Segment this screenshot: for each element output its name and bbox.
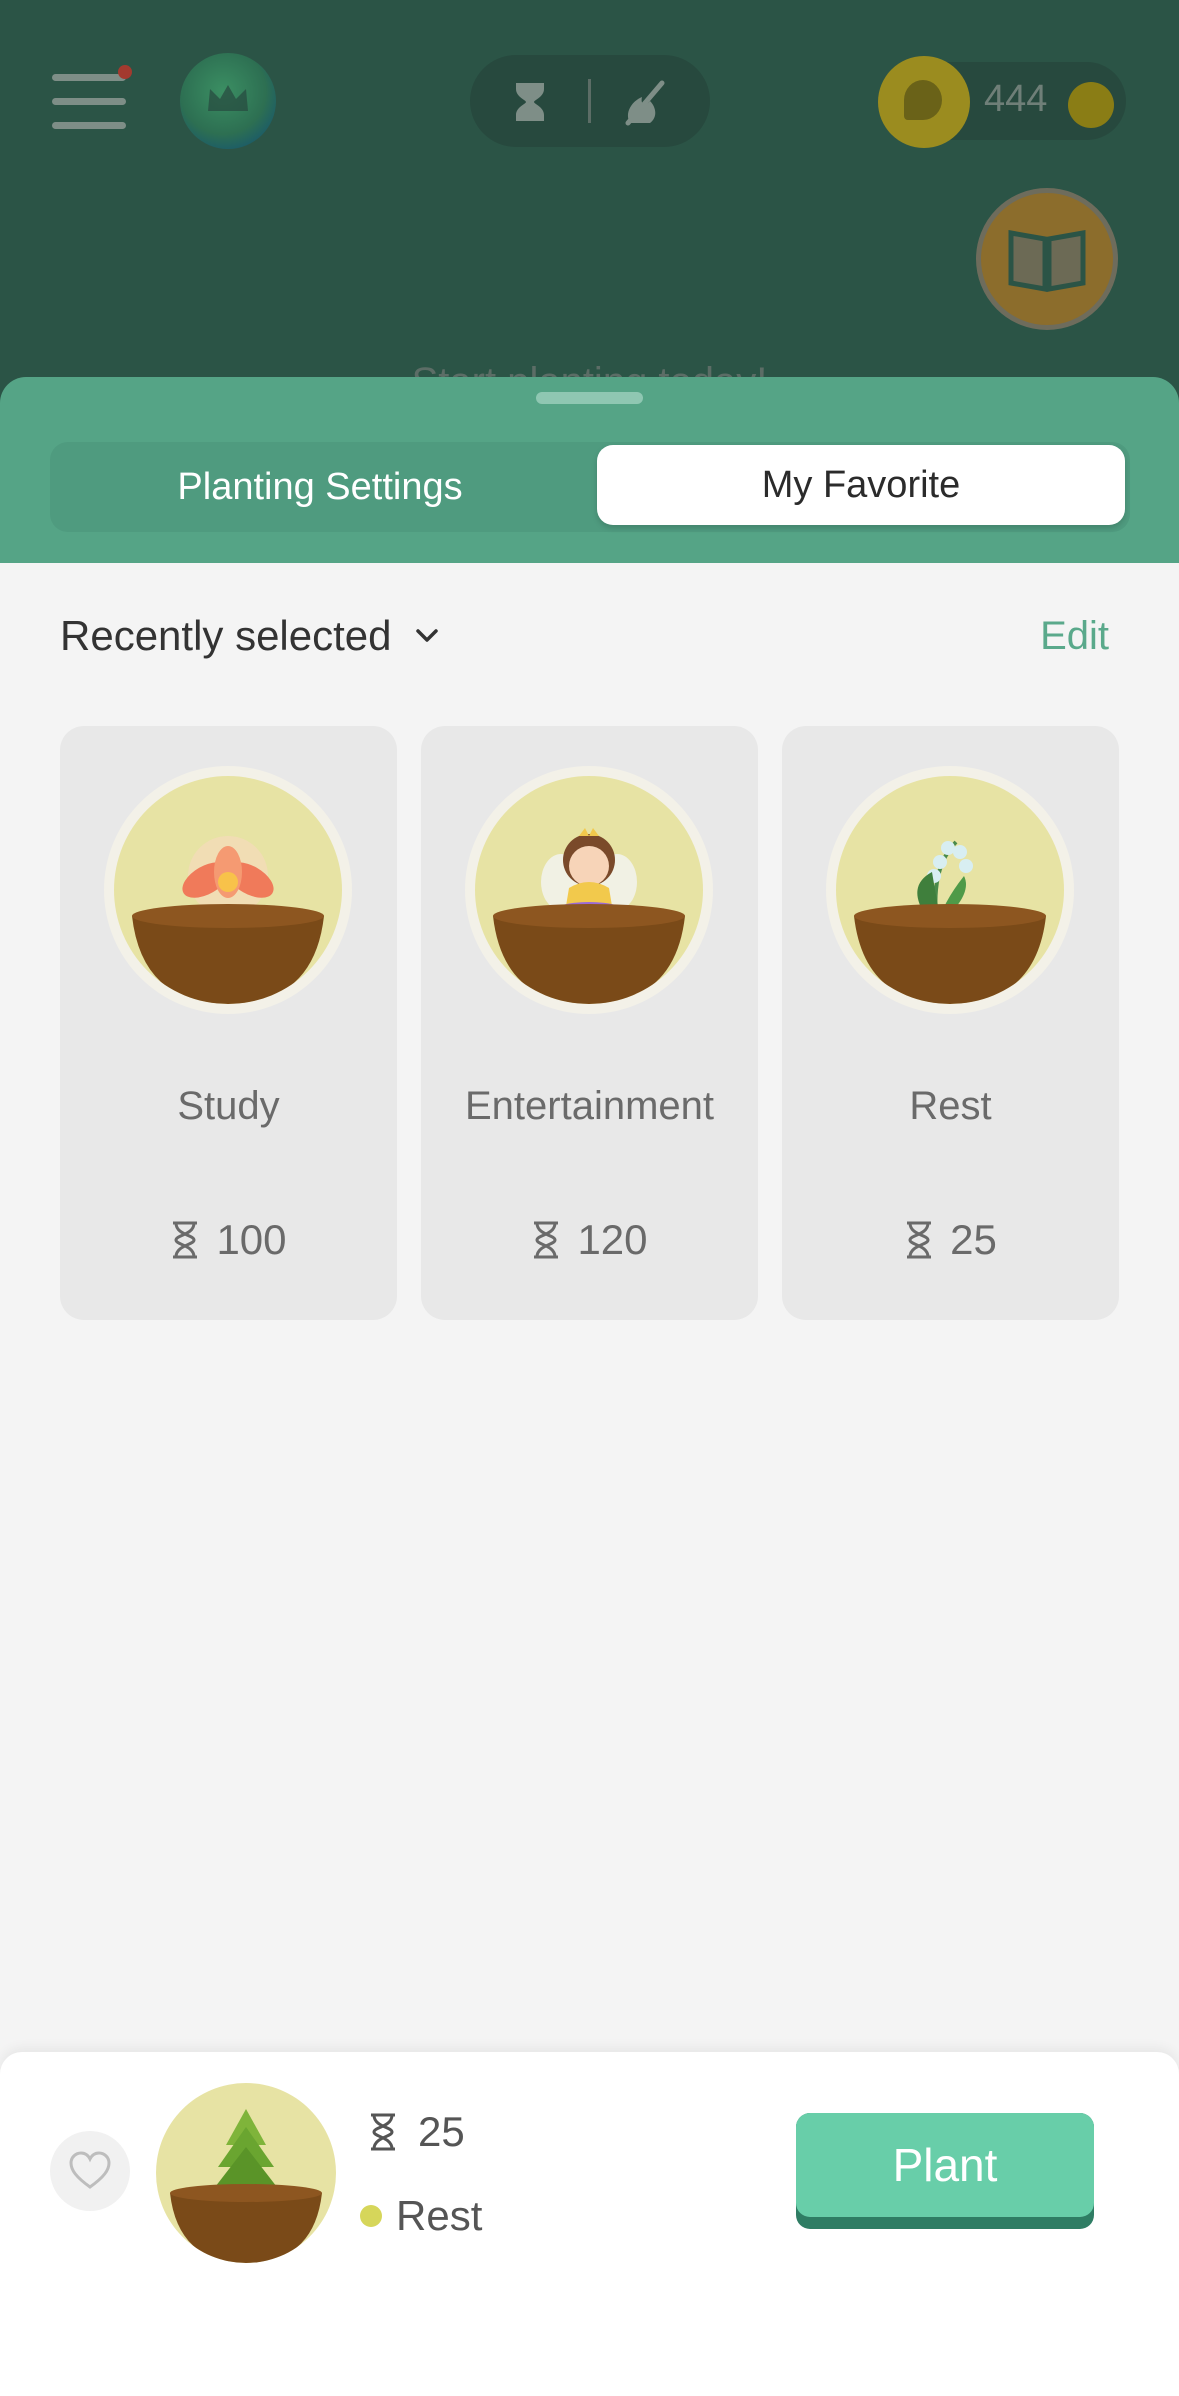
drag-handle[interactable] [536, 392, 643, 404]
notification-dot [118, 65, 132, 79]
add-coin-icon[interactable] [1068, 82, 1114, 128]
fairy-girl-icon [493, 828, 685, 1004]
tab-planting-settings[interactable]: Planting Settings [50, 442, 590, 532]
favorite-card-study[interactable]: Study 100 [60, 726, 397, 1320]
bottom-action-bar: 25 Rest Plant [0, 2052, 1179, 2396]
favorite-duration: 25 [782, 1216, 1119, 1264]
hourglass-icon [534, 1221, 559, 1259]
favorite-minutes: 120 [577, 1216, 648, 1263]
background-app: 444 Start planting today! [0, 0, 1179, 420]
selected-tag-label: Rest [396, 2192, 483, 2239]
hourglass-icon [907, 1221, 932, 1259]
plant-button-label: Plant [796, 2113, 1094, 2217]
coin-count: 444 [984, 78, 1048, 120]
selected-minutes: 25 [418, 2108, 465, 2155]
favorite-duration: 100 [60, 1216, 397, 1264]
favorite-name: Entertainment [464, 1084, 715, 1128]
pine-tree-icon [170, 2109, 322, 2263]
tag-color-dot [360, 2205, 382, 2227]
plant-avatar [826, 766, 1074, 1014]
coin-icon [878, 56, 970, 148]
tab-my-favorite[interactable]: My Favorite [597, 445, 1125, 525]
mode-switch[interactable] [470, 55, 710, 147]
favorite-card-rest[interactable]: Rest 25 [782, 726, 1119, 1320]
favorite-name: Study [177, 1084, 280, 1128]
favorite-name: Rest [909, 1084, 992, 1128]
book-icon[interactable] [976, 188, 1118, 330]
selected-tag[interactable]: Rest [360, 2192, 482, 2240]
favorite-minutes: 100 [216, 1216, 287, 1263]
stopwatch-off-icon[interactable] [620, 77, 668, 127]
favorite-duration: 120 [421, 1216, 758, 1264]
plant-avatar [104, 766, 352, 1014]
favorite-toggle[interactable] [50, 2131, 130, 2211]
recently-selected-dropdown[interactable]: Recently selected [60, 612, 444, 660]
lily-of-the-valley-icon [854, 840, 1046, 1004]
favorite-minutes: 25 [950, 1216, 997, 1263]
favorite-card-entertainment[interactable]: Entertainment 120 [421, 726, 758, 1320]
plant-avatar [465, 766, 713, 1014]
heart-icon [69, 2151, 111, 2189]
hourglass-icon [173, 1221, 198, 1259]
menu-icon[interactable] [48, 65, 132, 132]
selected-duration[interactable]: 25 [368, 2108, 465, 2156]
crown-icon[interactable] [180, 53, 276, 149]
hourglass-icon[interactable] [510, 81, 550, 123]
tab-bar: Planting Settings My Favorite [50, 442, 1130, 532]
section-title: Recently selected [60, 612, 392, 659]
edit-button[interactable]: Edit [1040, 614, 1109, 659]
selected-plant-avatar[interactable] [156, 2083, 336, 2263]
flower-icon [132, 836, 324, 1004]
hourglass-icon [371, 2113, 395, 2151]
plant-button[interactable]: Plant [796, 2113, 1094, 2229]
chevron-down-icon [415, 629, 438, 642]
sheet-header: Planting Settings My Favorite [0, 377, 1179, 563]
